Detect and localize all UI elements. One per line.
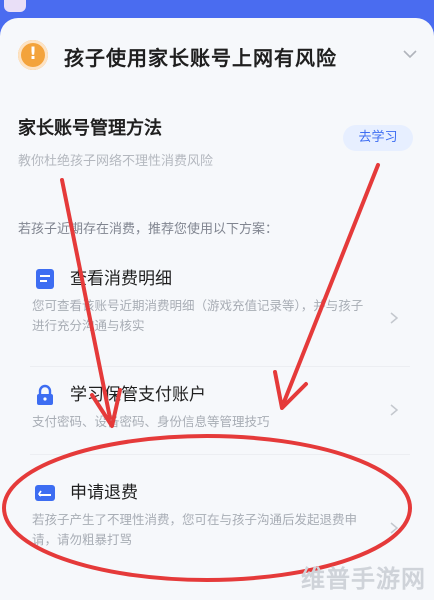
learn-button[interactable]: 去学习 bbox=[343, 125, 413, 151]
risk-banner[interactable]: ! 孩子使用家长账号上网有风险 bbox=[16, 38, 420, 74]
option-title: 查看消费明细 bbox=[70, 269, 172, 289]
option-desc: 支付密码、设备密码、身份信息等管理技巧 bbox=[32, 414, 270, 429]
option-desc: 您可查看该账号近期消费明细（游戏充值记录等），并与孩子进行充分沟通与核实 bbox=[32, 298, 364, 333]
risk-title: 孩子使用家长账号上网有风险 bbox=[64, 46, 337, 70]
warning-shield-icon: ! bbox=[18, 40, 48, 70]
chevron-down-icon[interactable] bbox=[402, 46, 418, 62]
app-icon bbox=[4, 0, 26, 12]
option-title: 学习保管支付账户 bbox=[70, 385, 206, 405]
option-title: 申请退费 bbox=[70, 483, 138, 503]
management-title: 家长账号管理方法 bbox=[18, 118, 162, 139]
divider bbox=[30, 366, 410, 367]
refund-card-icon bbox=[35, 485, 55, 501]
management-subtitle: 教你杜绝孩子网络不理性消费风险 bbox=[18, 154, 214, 169]
document-icon bbox=[36, 269, 54, 289]
watermark: 维普手游网 bbox=[301, 565, 426, 593]
recommend-intro: 若孩子近期存在消费，推荐您使用以下方案： bbox=[18, 222, 279, 237]
divider bbox=[30, 454, 410, 455]
chevron-right-icon bbox=[390, 312, 399, 324]
content-card: ! 孩子使用家长账号上网有风险 家长账号管理方法 教你杜绝孩子网络不理性消费风险… bbox=[0, 18, 434, 600]
option-desc: 若孩子产生了不理性消费，您可在与孩子沟通后发起退费申请，请勿粗暴打骂 bbox=[32, 512, 358, 547]
chevron-right-icon bbox=[390, 522, 399, 534]
lock-icon bbox=[37, 384, 53, 405]
chevron-right-icon bbox=[390, 404, 399, 416]
